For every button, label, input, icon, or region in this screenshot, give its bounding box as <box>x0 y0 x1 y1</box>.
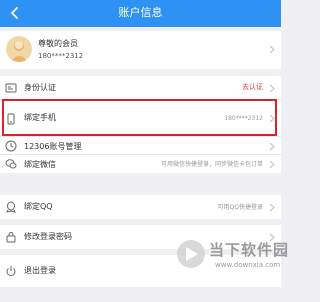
row-identity-value: 去认证 <box>242 83 263 91</box>
row-logout-label: 退出登录 <box>24 266 56 275</box>
account-icon <box>5 140 17 152</box>
qq-icon <box>6 201 16 213</box>
id-card-icon <box>5 83 17 93</box>
row-qq-value: 可用QQ快捷登录 <box>217 204 263 211</box>
row-change-password-label: 修改登录密码 <box>24 232 72 241</box>
row-wechat[interactable]: 绑定微信 可用微信快捷登录，同步微信卡包订单 <box>0 155 281 173</box>
row-qq[interactable]: 绑定QQ 可用QQ快捷登录 <box>0 195 281 219</box>
chevron-right-icon <box>269 160 275 169</box>
qq-section: 绑定QQ 可用QQ快捷登录 <box>0 195 281 219</box>
highlight-box <box>2 99 277 136</box>
profile-name: 尊敬的会员 <box>38 39 78 48</box>
profile-card[interactable]: 尊敬的会员 180****2312 <box>0 31 281 69</box>
row-12306[interactable]: 12306账号管理 <box>0 137 281 155</box>
watermark: 当下软件园 www.downxia.com <box>175 236 288 284</box>
watermark-url: www.downxia.com <box>215 261 281 269</box>
profile-phone: 180****2312 <box>38 52 84 60</box>
row-identity-label: 身份认证 <box>24 83 56 92</box>
row-wechat-label: 绑定微信 <box>24 160 56 169</box>
chevron-right-icon <box>269 84 275 93</box>
power-icon <box>6 266 16 277</box>
lock-icon <box>6 232 16 243</box>
page-title: 账户信息 <box>118 6 163 19</box>
watermark-logo-icon <box>177 240 205 268</box>
watermark-title: 当下软件园 <box>209 241 290 259</box>
row-wechat-value: 可用微信快捷登录，同步微信卡包订单 <box>160 161 263 168</box>
top-bar: 账户信息 <box>0 0 281 27</box>
row-qq-label: 绑定QQ <box>24 202 53 211</box>
chevron-right-icon <box>269 203 275 212</box>
avatar <box>6 36 32 62</box>
wechat-icon <box>5 159 17 169</box>
chevron-right-icon <box>269 45 275 54</box>
row-identity[interactable]: 身份认证 去认证 <box>0 76 281 100</box>
chevron-right-icon <box>269 142 275 151</box>
row-12306-label: 12306账号管理 <box>24 142 82 151</box>
